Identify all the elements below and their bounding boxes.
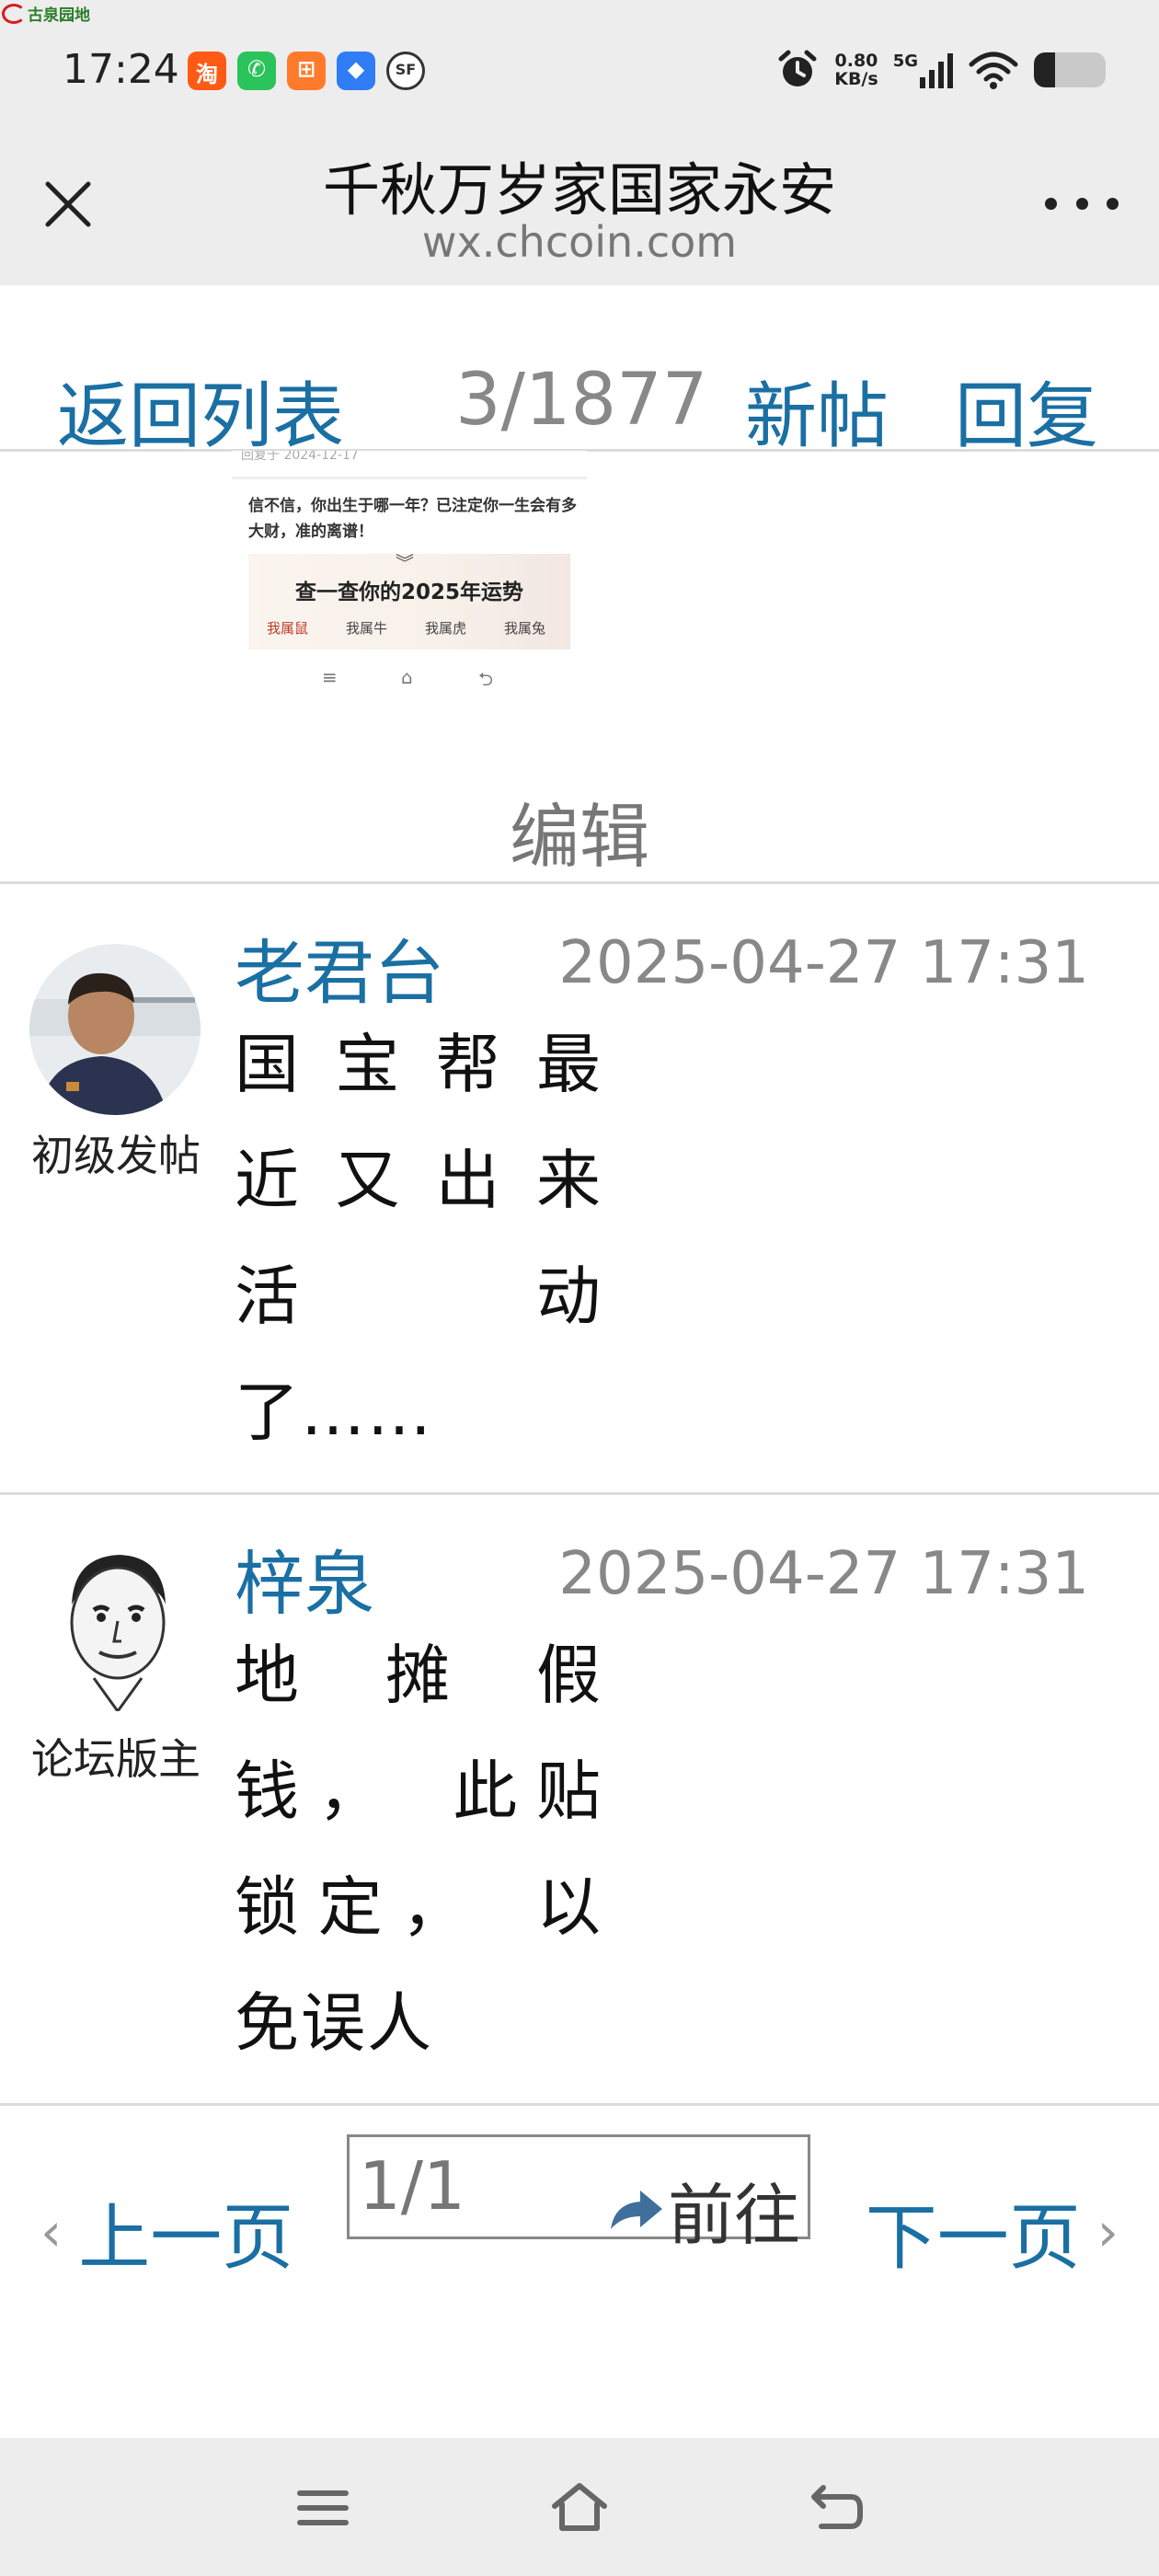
post-line: 国宝帮最 — [235, 1027, 602, 1102]
avatar[interactable] — [29, 1540, 201, 1711]
next-page-button[interactable]: 下一页 › — [866, 2180, 1119, 2283]
taobao-icon: 淘 — [188, 52, 226, 90]
thread-nav: 返回列表 3/1877 新帖 回复 — [0, 285, 1159, 458]
back-icon[interactable] — [805, 2478, 869, 2537]
post-item: 初级发帖 老君台 2025-04-27 17:31 国宝帮最 近又出来 活 动 … — [0, 883, 1159, 1494]
chevron-right-icon: › — [1096, 2201, 1119, 2263]
edit-link[interactable]: 编辑 — [0, 780, 1159, 881]
post-line: 近又出来 — [235, 1143, 602, 1218]
more-options-button[interactable] — [1045, 190, 1119, 217]
zodiac-option: 我属虎 — [425, 620, 467, 637]
leaf-app-icon: ◆ — [337, 52, 375, 90]
phone-app-icon: ✆ — [237, 52, 276, 90]
post-line: 地 摊 假 — [235, 1638, 602, 1713]
alarm-clock-icon — [778, 50, 817, 86]
sf-express-icon: SF — [386, 52, 425, 90]
post-line: 钱， 此贴 — [235, 1754, 602, 1829]
page-jump-box: 前往 — [347, 2134, 810, 2254]
forward-arrow-icon — [610, 2190, 662, 2229]
zodiac-option: 我属牛 — [346, 620, 388, 637]
network-speed: 0.80 KB/s — [834, 51, 878, 89]
avatar[interactable] — [29, 944, 201, 1115]
post-time: 2025-04-27 17:31 — [558, 1540, 1089, 1608]
dot-icon — [1045, 197, 1057, 210]
post-body: 国宝帮最 近又出来 活 动 了…… — [235, 1006, 602, 1470]
cell-signal-icon: 5G — [893, 52, 953, 88]
watermark-logo-icon — [2, 3, 26, 24]
page-url: wx.chcoin.com — [421, 217, 738, 267]
go-button[interactable]: 前往 — [607, 2161, 800, 2258]
battery-icon — [1034, 52, 1106, 87]
dot-icon — [1075, 197, 1088, 210]
thread-position: 3/1877 — [455, 359, 708, 442]
embedded-screenshot-image[interactable]: 回复于 2024-12-17 信不信，你出生于哪一年？已注定你一生会有多大财，准… — [232, 451, 587, 699]
status-bar: 古泉园地 17:24 淘 ✆ ⊞ ◆ SF 0.80 KB/s 5G — [0, 0, 1159, 138]
prev-page-label: 上一页 — [78, 2197, 294, 2280]
chevron-down-icon: ︾ — [396, 552, 414, 574]
post-line: 了…… — [235, 1374, 433, 1450]
zodiac-option: 我属鼠 — [267, 620, 309, 637]
mini-home-icon: ⌂ — [401, 666, 413, 688]
post-line: 活 动 — [235, 1259, 602, 1334]
post-item: 论坛版主 梓泉 2025-04-27 17:31 地 摊 假 钱， 此贴 锁定，… — [0, 1494, 1159, 2105]
next-page-label: 下一页 — [865, 2197, 1081, 2280]
post-time: 2025-04-27 17:31 — [558, 929, 1089, 997]
post-author[interactable]: 老君台 — [235, 916, 444, 1018]
mini-back-icon: ⮌ — [478, 668, 494, 690]
post-line: 免误人 — [235, 1985, 433, 2061]
divider — [0, 2103, 1159, 2106]
menu-icon[interactable] — [291, 2478, 355, 2537]
zodiac-option: 我属兔 — [504, 620, 546, 637]
notification-icons: 淘 ✆ ⊞ ◆ SF — [188, 52, 425, 90]
embedded-teaser-text: 信不信，你出生于哪一年？已注定你一生会有多大财，准的离谱！ — [248, 497, 577, 541]
dot-icon — [1107, 197, 1119, 210]
mini-menu-icon: ≡ — [322, 666, 338, 688]
user-role: 初级发帖 — [31, 1131, 201, 1180]
grid-app-icon: ⊞ — [287, 52, 326, 90]
page-title: 千秋万岁家国家永安 — [322, 156, 836, 224]
status-time: 17:24 — [63, 46, 179, 93]
new-post-link[interactable]: 新帖 — [745, 359, 889, 462]
chevron-left-icon: ‹ — [40, 2201, 63, 2263]
fortune-card: ︾ 查一查你的2025年运势 我属鼠 我属牛 我属虎 我属兔 — [248, 552, 570, 650]
embedded-cut-text: 回复于 2024-12-17 — [241, 451, 359, 463]
bottom-pager: ‹ 上一页 前往 下一页 › — [0, 2107, 1159, 2291]
fortune-card-title: 查一查你的2025年运势 — [294, 581, 523, 604]
go-label: 前往 — [667, 2177, 800, 2254]
watermark: 古泉园地 — [2, 2, 90, 25]
browser-title-bar: 千秋万岁家国家永安 wx.chcoin.com — [0, 138, 1159, 285]
post-author[interactable]: 梓泉 — [235, 1527, 374, 1628]
post-line: 锁定， 以 — [235, 1869, 602, 1945]
user-role: 论坛版主 — [31, 1734, 201, 1784]
wifi-icon — [969, 52, 1018, 89]
prev-page-button[interactable]: ‹ 上一页 — [40, 2180, 293, 2283]
system-navigation-bar — [0, 2438, 1159, 2576]
page-number-input[interactable] — [359, 2145, 570, 2227]
system-status-icons: 0.80 KB/s 5G — [775, 48, 1106, 92]
home-icon[interactable] — [547, 2478, 612, 2537]
watermark-text: 古泉园地 — [28, 6, 90, 25]
divider — [232, 477, 587, 479]
reply-link[interactable]: 回复 — [955, 359, 1098, 462]
post-body: 地 摊 假 钱， 此贴 锁定， 以 免误人 — [235, 1617, 602, 2081]
back-to-list-link[interactable]: 返回列表 — [57, 359, 344, 462]
